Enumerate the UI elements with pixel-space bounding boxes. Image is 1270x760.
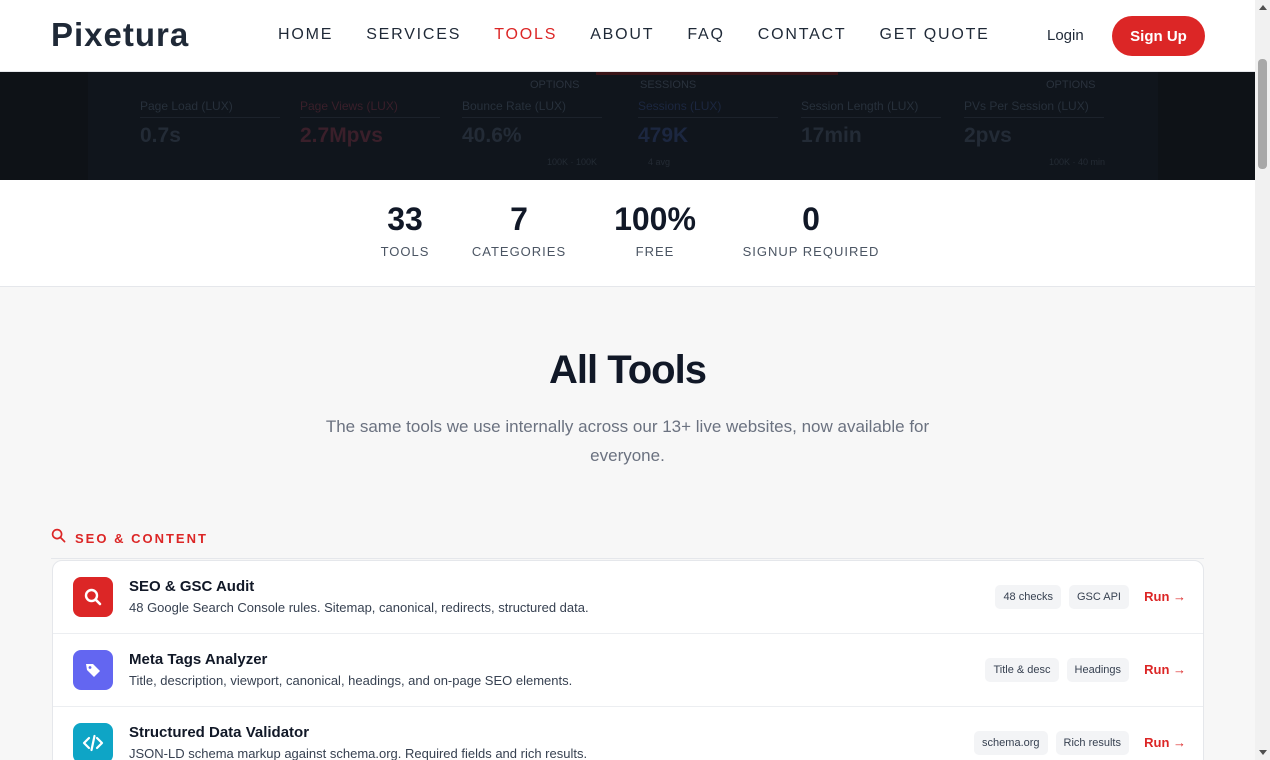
stat-number: 7 — [510, 201, 528, 237]
login-link[interactable]: Login — [1047, 27, 1084, 44]
tool-description: 48 Google Search Console rules. Sitemap,… — [129, 600, 589, 615]
metric-label: PVs Per Session (LUX) — [964, 99, 1104, 118]
search-icon — [73, 577, 113, 617]
stat-label: FREE — [635, 244, 675, 259]
metric-label: Sessions (LUX) — [638, 99, 778, 118]
tool-tag: GSC API — [1068, 585, 1129, 609]
nav-contact[interactable]: CONTACT — [758, 26, 847, 44]
nav-services[interactable]: SERVICES — [366, 26, 461, 44]
run-button[interactable]: Run → — [1144, 735, 1186, 750]
metric-bounce-rate: Bounce Rate (LUX) 40.6% 100K · 100K — [462, 99, 602, 167]
search-icon — [51, 528, 66, 548]
page-scrollbar[interactable] — [1255, 0, 1270, 760]
hero-dashboard-image: OPTIONS SESSIONS OPTIONS Page Load (LUX)… — [0, 72, 1255, 180]
stat-signup-required: 0 SIGNUP REQUIRED — [741, 200, 881, 259]
code-icon — [73, 723, 113, 760]
metric-value: 40.6% — [462, 124, 522, 147]
metric-page-views: Page Views (LUX) 2.7Mpvs — [300, 99, 440, 148]
tool-row-seo-gsc-audit[interactable]: SEO & GSC Audit 48 Google Search Console… — [53, 561, 1203, 634]
scroll-up-arrow-icon[interactable] — [1259, 5, 1267, 10]
dashboard-tab-indicator — [596, 72, 838, 75]
nav-get-quote[interactable]: GET QUOTE — [879, 26, 989, 44]
nav-tools[interactable]: TOOLS — [494, 26, 557, 44]
tool-row-meta-tags-analyzer[interactable]: Meta Tags Analyzer Title, description, v… — [53, 634, 1203, 707]
stats-bar: 33 TOOLS 7 CATEGORIES 100% FREE 0 SIGNUP… — [0, 180, 1255, 287]
metric-value: 0.7s — [140, 124, 181, 147]
category-label: SEO & CONTENT — [75, 530, 208, 546]
site-logo[interactable]: Pixetura — [51, 16, 189, 54]
tag-icon — [73, 650, 113, 690]
metric-value: 2pvs — [964, 124, 1012, 147]
main-nav: HOME SERVICES TOOLS ABOUT FAQ CONTACT GE… — [278, 26, 1023, 44]
tool-tag: Headings — [1066, 658, 1129, 682]
signup-button[interactable]: Sign Up — [1112, 16, 1205, 56]
tool-tag: 48 checks — [995, 585, 1061, 609]
stat-number: 0 — [802, 201, 820, 237]
metric-sessions: Sessions (LUX) 479K 4 avg — [638, 99, 778, 167]
site-header: Pixetura HOME SERVICES TOOLS ABOUT FAQ C… — [0, 0, 1255, 72]
tool-description: Title, description, viewport, canonical,… — [129, 673, 573, 688]
metric-label: Page Views (LUX) — [300, 99, 440, 118]
dashboard-sessions-tab: SESSIONS — [640, 79, 697, 91]
tool-tags: schema.org Rich results — [974, 731, 1129, 755]
stat-label: CATEGORIES — [471, 244, 567, 259]
category-heading: SEO & CONTENT — [51, 528, 208, 548]
run-button[interactable]: Run → — [1144, 589, 1186, 604]
tool-tag: Title & desc — [985, 658, 1059, 682]
stat-categories: 7 CATEGORIES — [469, 200, 569, 259]
tool-description: JSON-LD schema markup against schema.org… — [129, 746, 588, 760]
stat-number: 100% — [614, 201, 696, 237]
nav-home[interactable]: HOME — [278, 26, 333, 44]
metric-sub: 4 avg — [648, 157, 671, 167]
metric-label: Session Length (LUX) — [801, 99, 941, 118]
section-title: All Tools — [549, 348, 707, 392]
metric-value: 17min — [801, 124, 862, 147]
metric-page-load: Page Load (LUX) 0.7s — [140, 99, 280, 148]
tool-tags: 48 checks GSC API — [995, 585, 1129, 609]
nav-faq[interactable]: FAQ — [687, 26, 724, 44]
dashboard-options-right: OPTIONS — [1046, 79, 1096, 91]
section-subtitle: The same tools we use internally across … — [325, 417, 930, 465]
tool-name: Meta Tags Analyzer — [129, 651, 268, 668]
metric-label: Bounce Rate (LUX) — [462, 99, 602, 118]
metric-pvs-per-session: PVs Per Session (LUX) 2pvs 100K · 40 min — [964, 99, 1105, 167]
tool-tags: Title & desc Headings — [985, 658, 1129, 682]
stat-label: SIGNUP REQUIRED — [742, 244, 880, 259]
tool-tag: Rich results — [1055, 731, 1129, 755]
category-divider — [51, 558, 1204, 559]
nav-about[interactable]: ABOUT — [590, 26, 654, 44]
metric-value: 479K — [638, 124, 689, 147]
stat-tools: 33 TOOLS — [365, 200, 445, 259]
dashboard-options-left: OPTIONS — [530, 79, 580, 91]
metric-value: 2.7Mpvs — [300, 124, 383, 147]
stat-number: 33 — [387, 201, 423, 237]
scroll-down-arrow-icon[interactable] — [1259, 750, 1267, 755]
tool-name: Structured Data Validator — [129, 724, 310, 741]
metric-sub: 100K · 100K — [547, 157, 598, 167]
dashboard-panel: OPTIONS SESSIONS OPTIONS Page Load (LUX)… — [88, 72, 1158, 180]
tool-tag: schema.org — [974, 731, 1048, 755]
tool-row-structured-data-validator[interactable]: Structured Data Validator JSON-LD schema… — [53, 707, 1203, 760]
scrollbar-thumb[interactable] — [1258, 59, 1267, 169]
stat-free: 100% FREE — [605, 200, 705, 259]
stat-label: TOOLS — [380, 244, 430, 259]
tool-name: SEO & GSC Audit — [129, 578, 255, 595]
metric-label: Page Load (LUX) — [140, 99, 280, 118]
metric-session-length: Session Length (LUX) 17min — [801, 99, 941, 148]
run-button[interactable]: Run → — [1144, 662, 1186, 677]
metric-sub: 100K · 40 min — [1049, 157, 1106, 167]
tools-list: SEO & GSC Audit 48 Google Search Console… — [52, 560, 1204, 760]
